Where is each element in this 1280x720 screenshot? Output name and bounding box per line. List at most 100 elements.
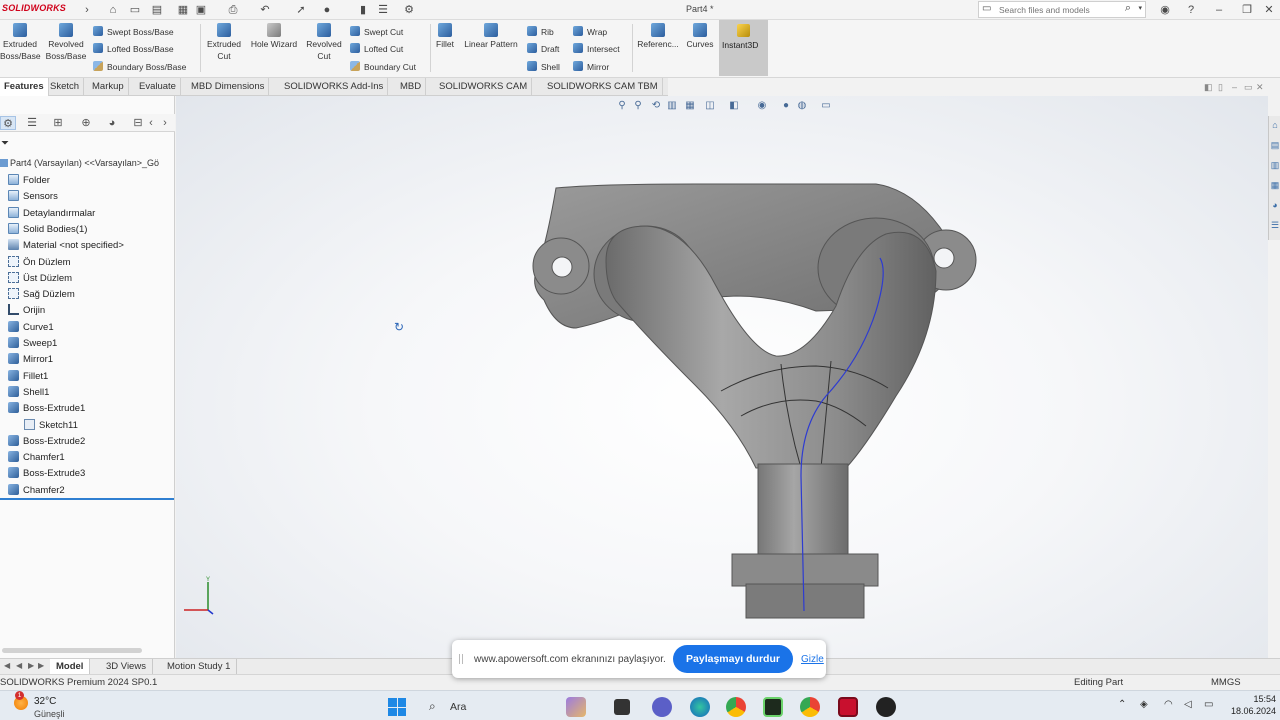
tree-item[interactable]: Sağ Düzlem: [8, 287, 75, 302]
temperature[interactable]: 32°C: [34, 696, 56, 707]
swept-cut-button[interactable]: Swept Cut: [350, 26, 403, 38]
viewport-minimize-icon[interactable]: –: [1232, 82, 1237, 92]
taskbar-search[interactable]: ⌕ Ara: [424, 699, 544, 715]
viewport-close-icon[interactable]: ✕: [1256, 82, 1264, 93]
weather-condition[interactable]: Güneşli: [34, 709, 65, 719]
boundary-boss-button[interactable]: Boundary Boss/Base: [93, 61, 186, 73]
filter-icon[interactable]: ⏷: [1, 138, 9, 149]
help-icon[interactable]: ?: [1184, 3, 1198, 17]
search-icon[interactable]: ⌕: [1125, 2, 1131, 15]
view-palette-icon[interactable]: ▦: [1270, 180, 1280, 194]
rib-button[interactable]: Rib: [527, 26, 554, 38]
first-tab-icon[interactable]: ◀: [4, 661, 10, 670]
tab-cam-tbm[interactable]: SOLIDWORKS CAM TBM: [543, 78, 663, 96]
wrap-button[interactable]: Wrap: [573, 26, 607, 38]
dimxpert-tab-icon[interactable]: ⊕: [78, 116, 94, 130]
tab-addins[interactable]: SOLIDWORKS Add-Ins: [280, 78, 389, 96]
print-icon[interactable]: ▦: [176, 3, 190, 17]
tray-overflow-icon[interactable]: ⌃: [1118, 699, 1126, 710]
select-icon[interactable]: ➚: [294, 3, 308, 17]
boundary-cut-button[interactable]: Boundary Cut: [350, 61, 416, 73]
chrome-alt-icon[interactable]: [800, 697, 820, 717]
custom-properties-icon[interactable]: ☰: [1270, 220, 1280, 234]
appearances-icon[interactable]: ◕: [1270, 200, 1280, 214]
widgets-icon[interactable]: [566, 697, 586, 717]
feature-tree-tab-icon[interactable]: ⚙: [0, 116, 16, 130]
part-root-node[interactable]: Part4 (Varsayılan) <<Varsayılan>_Gö: [0, 158, 159, 168]
tab-3d-views[interactable]: 3D Views: [100, 659, 153, 674]
extruded-cut-button[interactable]: Extruded Cut: [203, 23, 245, 62]
tree-item[interactable]: Curve1: [8, 320, 54, 335]
tree-item[interactable]: Folder: [8, 173, 50, 188]
tree-item[interactable]: Shell1: [8, 385, 49, 400]
viewport-restore-icon[interactable]: ▭: [1244, 82, 1253, 93]
linear-pattern-button[interactable]: Linear Pattern: [460, 23, 522, 50]
solidworks-taskbar-icon[interactable]: [838, 697, 858, 717]
extruded-boss-button[interactable]: Extruded Boss/Base: [0, 23, 41, 62]
prev-tab-icon[interactable]: ◀: [16, 661, 22, 670]
edge-icon[interactable]: [690, 697, 710, 717]
chrome-icon[interactable]: [726, 697, 746, 717]
display-manager-tab-icon[interactable]: ◕: [104, 116, 120, 130]
tile-view-icon[interactable]: ▯: [1218, 82, 1223, 93]
tab-evaluate[interactable]: Evaluate: [135, 78, 181, 96]
file-explorer-icon[interactable]: ▥: [1270, 160, 1280, 174]
volume-icon[interactable]: ◁: [1184, 699, 1192, 710]
media-player-icon[interactable]: [876, 697, 896, 717]
windows-start-icon[interactable]: [388, 698, 406, 716]
shell-button[interactable]: Shell: [527, 61, 560, 73]
swept-boss-button[interactable]: Swept Boss/Base: [93, 26, 174, 38]
search-box[interactable]: ▭ ⌕ ▾: [978, 1, 1146, 18]
intersect-button[interactable]: Intersect: [573, 43, 620, 55]
mirror-button[interactable]: Mirror: [573, 61, 609, 73]
lofted-boss-button[interactable]: Lofted Boss/Base: [93, 43, 174, 55]
vpn-icon[interactable]: ◈: [1140, 699, 1148, 710]
undo-icon[interactable]: ↶: [258, 3, 272, 17]
tree-item[interactable]: Üst Düzlem: [8, 271, 72, 286]
hide-link[interactable]: Gizle: [801, 654, 824, 665]
tree-horizontal-scrollbar[interactable]: [2, 648, 142, 653]
traffic-light-icon[interactable]: ▮: [356, 3, 370, 17]
split-view-icon[interactable]: ◧: [1204, 82, 1213, 93]
reference-geometry-button[interactable]: Referenc...: [635, 23, 681, 50]
tree-item[interactable]: Orijin: [8, 303, 45, 318]
tab-markup[interactable]: Markup: [88, 78, 129, 96]
tree-item[interactable]: Ön Düzlem: [8, 255, 71, 270]
revolved-cut-button[interactable]: Revolved Cut: [303, 23, 345, 62]
design-library-icon[interactable]: ▤: [1270, 140, 1280, 154]
tree-item[interactable]: Boss-Extrude2: [8, 434, 85, 449]
fillet-button[interactable]: Fillet: [433, 23, 457, 50]
tree-item[interactable]: Chamfer1: [8, 450, 65, 465]
draft-button[interactable]: Draft: [527, 43, 559, 55]
tree-item[interactable]: Sensors: [8, 189, 58, 204]
system-clock[interactable]: 15:54 18.06.2024: [1230, 693, 1276, 717]
tab-mbd-dimensions[interactable]: MBD Dimensions: [187, 78, 270, 96]
close-icon[interactable]: ✕: [1262, 3, 1276, 17]
tab-motion-study[interactable]: Motion Study 1: [161, 659, 238, 674]
cam-tab-icon[interactable]: ⊟: [130, 116, 146, 130]
teams-icon[interactable]: [652, 697, 672, 717]
tab-features[interactable]: Features: [0, 78, 49, 96]
revolved-boss-button[interactable]: Revolved Boss/Base: [44, 23, 88, 62]
scroll-right-icon[interactable]: ›: [160, 116, 170, 130]
solidworks-resources-icon[interactable]: ⌂: [1270, 120, 1280, 134]
tree-item[interactable]: Material <not specified>: [8, 238, 124, 253]
hole-wizard-button[interactable]: Hole Wizard: [248, 23, 300, 50]
search-input[interactable]: [999, 4, 1117, 16]
task-view-icon[interactable]: [614, 699, 630, 715]
minimize-icon[interactable]: –: [1212, 3, 1226, 17]
tab-cam[interactable]: SOLIDWORKS CAM: [435, 78, 533, 96]
part-model-view[interactable]: [176, 96, 1268, 658]
tab-mbd[interactable]: MBD: [396, 78, 427, 96]
tree-item[interactable]: Boss-Extrude1: [8, 401, 85, 416]
tree-item[interactable]: Mirror1: [8, 352, 53, 367]
tree-item[interactable]: Boss-Extrude3: [8, 466, 85, 481]
tree-item[interactable]: Detaylandırmalar: [8, 206, 95, 221]
property-manager-tab-icon[interactable]: ☰: [24, 116, 40, 130]
scroll-left-icon[interactable]: ‹: [146, 116, 156, 130]
home-icon[interactable]: ⌂: [106, 3, 120, 17]
next-tab-icon[interactable]: ▶: [28, 661, 34, 670]
pycharm-icon[interactable]: [763, 697, 783, 717]
tree-item[interactable]: Solid Bodies(1): [8, 222, 87, 237]
drag-handle-icon[interactable]: [459, 654, 463, 664]
